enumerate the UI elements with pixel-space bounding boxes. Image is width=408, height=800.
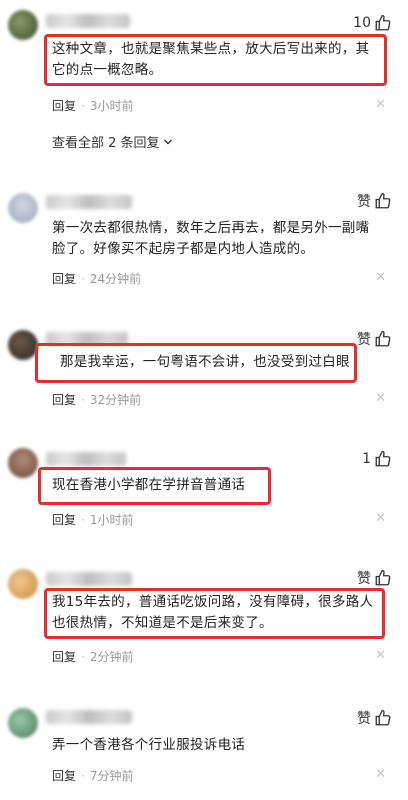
comment-text: 弄一个香港各个行业服投诉电话 — [52, 737, 246, 753]
chevron-down-icon — [163, 139, 172, 144]
comment-meta: 回复 · 7分钟前 — [52, 767, 133, 784]
comment-text: 这种文章，也就是聚焦某些点，放大后写出来的，其它的点一概忽略。 — [52, 41, 370, 78]
close-icon[interactable]: ✕ — [375, 97, 386, 112]
separator-dot: · — [81, 271, 85, 286]
comment-6: 赞 弄一个香港各个行业服投诉电话 回复 · 7分钟前 ✕ — [0, 700, 408, 800]
avatar[interactable] — [8, 708, 38, 738]
like-label: 赞 — [357, 711, 371, 727]
like-button[interactable]: 赞 — [357, 708, 392, 728]
comment-meta: 回复 · 1小时前 — [52, 511, 133, 528]
close-icon[interactable]: ✕ — [375, 391, 386, 406]
thumbs-up-icon — [375, 569, 391, 586]
close-icon[interactable]: ✕ — [375, 767, 386, 782]
like-button[interactable]: 赞 — [357, 568, 392, 588]
comment-5: 赞 我15年去的，普通话吃饭问路，没有障碍，很多路人也很热情，不知道是不是后来变… — [0, 562, 408, 677]
thumbs-up-icon — [375, 192, 391, 209]
avatar[interactable] — [8, 569, 38, 599]
like-button[interactable]: 10 — [353, 14, 392, 32]
username[interactable] — [46, 195, 132, 209]
like-label: 赞 — [357, 332, 371, 348]
timestamp: 24分钟前 — [89, 272, 142, 286]
thumbs-up-icon — [375, 14, 391, 31]
like-label: 赞 — [357, 194, 371, 210]
reply-button[interactable]: 回复 — [52, 511, 76, 528]
username[interactable] — [46, 710, 132, 724]
comment-text: 现在香港小学都在学拼音普通话 — [52, 477, 246, 493]
like-button[interactable]: 赞 — [357, 329, 392, 349]
avatar[interactable] — [8, 193, 38, 223]
view-all-replies[interactable]: 查看全部 2 条回复 — [52, 132, 173, 151]
reply-button[interactable]: 回复 — [52, 391, 76, 408]
comment-meta: 回复 · 24分钟前 — [52, 270, 141, 287]
separator-dot: · — [81, 392, 85, 407]
comment-text: 那是我幸运，一句粤语不会讲，也没受到过白眼 — [60, 354, 350, 370]
comment-text: 第一次去都很热情，数年之后再去，都是另外一副嘴脸了。好像买不起房子都是内地人造成… — [52, 220, 370, 257]
timestamp: 2分钟前 — [89, 650, 134, 664]
like-button[interactable]: 赞 — [357, 191, 392, 211]
thumbs-up-icon — [375, 450, 391, 467]
comment-text: 我15年去的，普通话吃饭问路，没有障碍，很多路人也很热情，不知道是不是后来变了。 — [52, 594, 374, 631]
like-count: 1 — [362, 451, 371, 467]
avatar[interactable] — [8, 330, 38, 360]
thumbs-up-icon — [375, 709, 391, 726]
like-label: 赞 — [357, 571, 371, 587]
comment-2: 赞 第一次去都很热情，数年之后再去，都是另外一副嘴脸了。好像买不起房子都是内地人… — [0, 185, 408, 295]
comment-1: 10 这种文章，也就是聚焦某些点，放大后写出来的，其它的点一概忽略。 回复 · … — [0, 0, 408, 125]
reply-button[interactable]: 回复 — [52, 270, 76, 287]
reply-button[interactable]: 回复 — [52, 648, 76, 665]
separator-dot: · — [81, 512, 85, 527]
timestamp: 1小时前 — [89, 513, 134, 527]
reply-button[interactable]: 回复 — [52, 767, 76, 784]
separator-dot: · — [81, 649, 85, 664]
thumbs-up-icon — [375, 330, 391, 347]
separator-dot: · — [81, 768, 85, 783]
username[interactable] — [46, 452, 126, 466]
comment-4: 1 现在香港小学都在学拼音普通话 回复 · 1小时前 ✕ — [0, 442, 408, 532]
separator-dot: · — [81, 98, 85, 113]
view-all-label: 查看全部 2 条回复 — [52, 136, 160, 151]
close-icon[interactable]: ✕ — [375, 511, 386, 526]
timestamp: 3小时前 — [89, 99, 134, 113]
avatar[interactable] — [8, 448, 38, 478]
comment-meta: 回复 · 32分钟前 — [52, 391, 141, 408]
comment-meta: 回复 · 2分钟前 — [52, 648, 133, 665]
close-icon[interactable]: ✕ — [375, 270, 386, 285]
reply-button[interactable]: 回复 — [52, 97, 76, 114]
timestamp: 32分钟前 — [89, 393, 142, 407]
comment-3: 赞 那是我幸运，一句粤语不会讲，也没受到过白眼 回复 · 32分钟前 ✕ — [0, 322, 408, 417]
close-icon[interactable]: ✕ — [375, 648, 386, 663]
username[interactable] — [46, 572, 132, 586]
avatar[interactable] — [8, 10, 38, 40]
timestamp: 7分钟前 — [89, 769, 134, 783]
comment-meta: 回复 · 3小时前 — [52, 97, 133, 114]
username[interactable] — [46, 14, 130, 28]
like-button[interactable]: 1 — [362, 450, 392, 468]
like-count: 10 — [353, 15, 371, 31]
